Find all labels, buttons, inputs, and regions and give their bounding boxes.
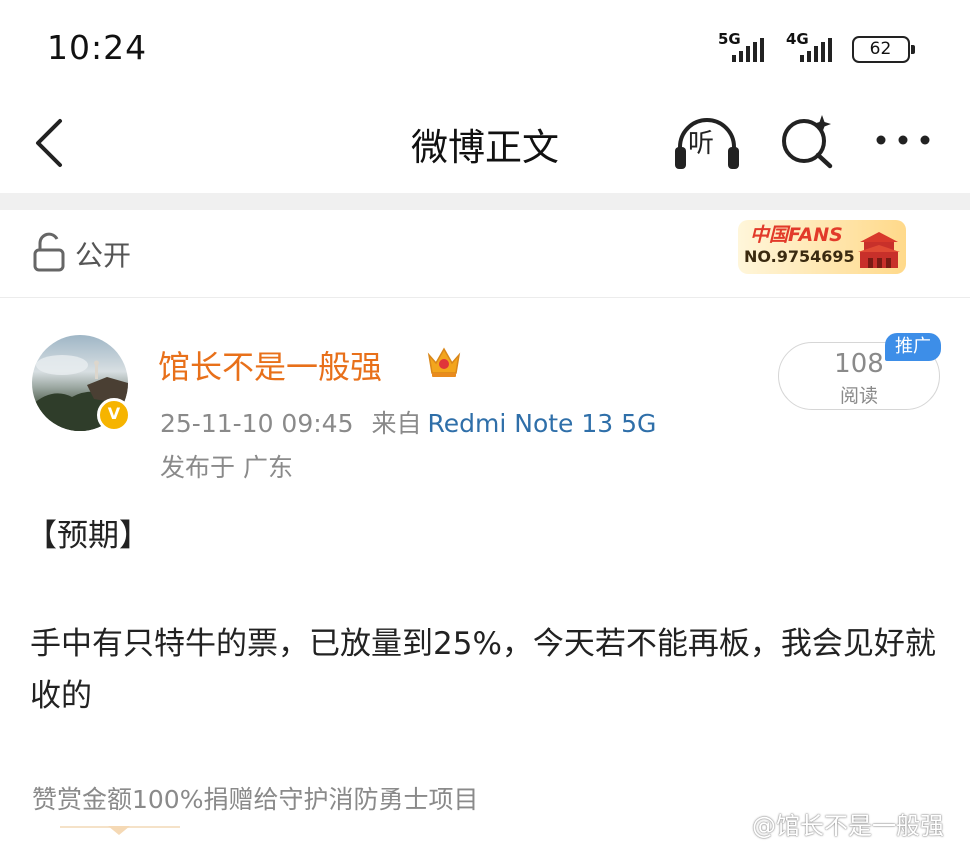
visibility-row: 公开 中国FANS NO.9754695 <box>0 210 970 298</box>
visibility-label: 公开 <box>75 239 132 272</box>
status-bar: 10:24 5G 4G 62 <box>0 0 970 95</box>
unlock-icon <box>33 232 65 272</box>
donation-tab-arrow <box>108 826 130 835</box>
listen-button[interactable]: 听 <box>672 113 742 173</box>
nav-bar: 微博正文 听 <box>0 95 970 193</box>
search-button[interactable] <box>778 111 838 171</box>
post-meta: 25-11-10 09:45 来自 Redmi Note 13 5G <box>160 404 656 440</box>
tiananmen-gate-icon <box>858 232 900 268</box>
author-name[interactable]: 馆长不是一般强 <box>158 342 382 388</box>
watermark: @馆长不是一般强 <box>718 806 944 841</box>
battery-icon: 62 <box>852 36 915 63</box>
source-prefix: 来自 <box>371 409 422 438</box>
section-divider <box>0 193 970 210</box>
donation-note[interactable]: 赞赏金额100%捐赠给守护消防勇士项目 <box>32 780 478 816</box>
post-body: 手中有只特牛的票，已放量到25%，今天若不能再板，我会见好就收的 <box>30 626 936 714</box>
clock: 10:24 <box>47 28 148 67</box>
promote-badge[interactable]: 推广 <box>885 333 941 361</box>
verified-badge: V <box>97 398 131 432</box>
more-dots-icon <box>876 135 930 145</box>
fans-badge-title: 中国FANS <box>750 224 843 246</box>
post-location: 发布于 广东 <box>160 453 293 482</box>
china-fans-badge[interactable]: 中国FANS NO.9754695 <box>732 214 910 278</box>
search-sparkle-icon <box>782 115 833 169</box>
weibo-logo-icon <box>719 816 747 837</box>
more-button[interactable] <box>873 115 933 165</box>
listen-label: 听 <box>688 129 715 159</box>
source-device-link[interactable]: Redmi Note 13 5G <box>428 409 657 438</box>
post-timestamp: 25-11-10 09:45 <box>160 409 354 438</box>
crown-icon <box>427 347 461 377</box>
post-tag: 【预期】 <box>26 518 150 554</box>
battery-level: 62 <box>869 39 892 59</box>
read-count-label: 阅读 <box>839 385 878 407</box>
fans-badge-number: NO.9754695 <box>744 247 855 266</box>
watermark-text: @馆长不是一般强 <box>752 812 944 840</box>
